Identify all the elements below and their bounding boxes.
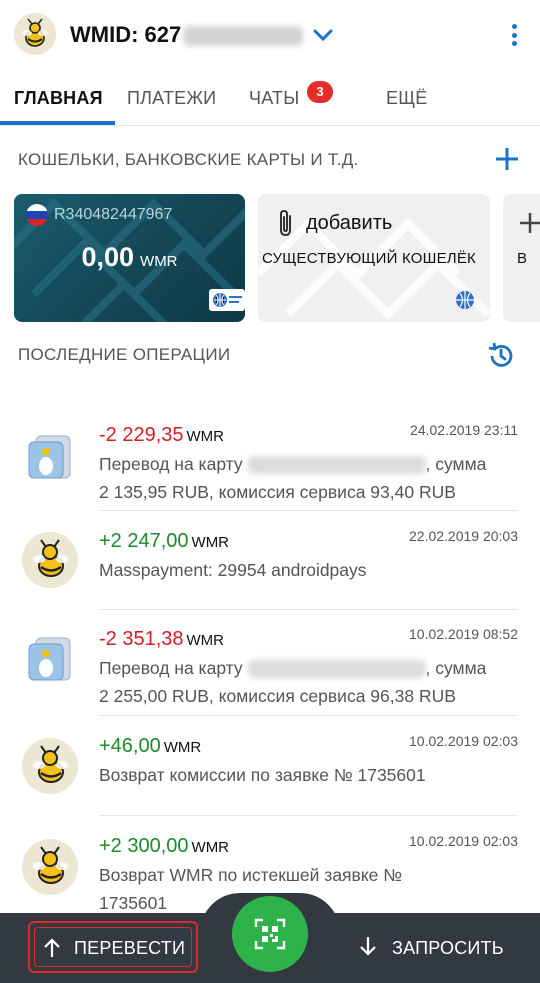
add-card-title: добавить (306, 212, 393, 234)
partial-card-text: В (517, 250, 528, 267)
operation-date: 10.02.2019 08:52 (409, 626, 518, 642)
send-transfer-button[interactable]: ПЕРЕВЕСТИ (28, 921, 198, 973)
operation-date: 10.02.2019 02:03 (409, 833, 518, 849)
operation-description: Возврат комиссии по заявке № 1735601 (99, 765, 426, 785)
operation-description: Masspayment: 29954 androidpays (99, 560, 367, 580)
main-tabs: ГЛАВНАЯ ПЛАТЕЖИ ЧАТЫ 3 ЕЩЁ (0, 72, 540, 126)
operation-row[interactable]: -2 351,38 WMR 10.02.2019 08:52 Перевод на… (0, 626, 540, 716)
add-wallet-icon[interactable] (494, 146, 520, 172)
user-avatar[interactable] (14, 13, 56, 55)
partial-wallet-card[interactable]: В (503, 194, 540, 322)
operation-row[interactable]: -2 229,35 WMR 24.02.2019 23:11 Перевод на… (0, 420, 540, 510)
operation-date: 22.02.2019 20:03 (409, 528, 518, 544)
send-button-label: ПЕРЕВЕСТИ (74, 938, 186, 958)
wallets-section-title: КОШЕЛЬКИ, БАНКОВСКИЕ КАРТЫ И Т.Д. (18, 150, 359, 169)
divider (99, 815, 518, 816)
divider (99, 609, 518, 610)
operation-amount: -2 229,35 WMR (99, 424, 225, 446)
tab-chats[interactable]: ЧАТЫ (249, 88, 299, 109)
webmoney-bee-avatar-icon (22, 839, 78, 895)
divider (99, 715, 518, 716)
operation-row[interactable]: +2 247,00 WMR 22.02.2019 20:03 Masspaymen… (0, 526, 540, 608)
wmr-purse-card[interactable]: R340482447967 0,00 WMR (14, 194, 245, 322)
purse-currency: WMR (140, 253, 178, 270)
request-payment-button[interactable]: ЗАПРОСИТЬ (350, 921, 530, 973)
wmid-text: WMID: 627 (70, 22, 182, 47)
webmoney-bee-avatar-icon (22, 532, 78, 588)
paperclip-icon (280, 209, 291, 237)
operation-amount: +2 300,00 WMR (99, 835, 230, 857)
card-transfer-icon (28, 435, 71, 479)
history-icon[interactable] (486, 341, 516, 371)
operation-amount: -2 351,38 WMR (99, 628, 225, 650)
operation-date: 10.02.2019 02:03 (409, 733, 518, 749)
operation-description: Перевод на карту , сумма 2 255,00 RUB, к… (99, 658, 487, 706)
divider (99, 510, 518, 511)
tab-payments[interactable]: ПЛАТЕЖИ (127, 88, 216, 109)
wmid-hidden-digits (183, 26, 304, 47)
add-existing-purse-card[interactable]: добавить СУЩЕСТВУЮЩИЙ КОШЕЛЁК (258, 194, 490, 322)
operation-amount: +2 247,00 WMR (99, 530, 230, 552)
chats-unread-badge: 3 (307, 81, 333, 103)
active-tab-indicator (0, 121, 115, 125)
operation-amount: +46,00 WMR (99, 735, 202, 757)
chevron-down-icon[interactable] (312, 24, 334, 46)
qr-scan-button[interactable] (232, 896, 308, 972)
tab-more[interactable]: ЕЩЁ (386, 88, 428, 109)
arrow-down-icon (360, 937, 376, 956)
hidden-card-number (247, 456, 426, 475)
hidden-card-number (247, 660, 426, 679)
qr-code-icon (254, 918, 286, 950)
operation-date: 24.02.2019 23:11 (410, 422, 518, 438)
operations-section-title: ПОСЛЕДНИЕ ОПЕРАЦИИ (18, 345, 231, 364)
app-header: WMID: 627 (0, 0, 540, 72)
purse-amount: 0,00 (81, 242, 135, 272)
more-menu-icon[interactable] (506, 20, 522, 50)
webmoney-logo-icon (209, 289, 245, 311)
operation-description: Перевод на карту , сумма 2 135,95 RUB, к… (99, 454, 487, 502)
plus-icon (520, 213, 540, 233)
arrow-up-icon (44, 938, 60, 957)
russia-flag-icon (26, 204, 48, 226)
add-card-subtitle: СУЩЕСТВУЮЩИЙ КОШЕЛЁК (262, 250, 476, 267)
webmoney-bee-avatar-icon (22, 738, 78, 794)
tab-home[interactable]: ГЛАВНАЯ (14, 88, 103, 109)
purse-balance: 0,00 WMR (14, 242, 245, 273)
purse-number: R340482447967 (54, 206, 173, 223)
card-transfer-icon (28, 637, 71, 681)
request-button-label: ЗАПРОСИТЬ (392, 938, 504, 958)
wmid-label[interactable]: WMID: 627 (70, 22, 304, 48)
operation-row[interactable]: +46,00 WMR 10.02.2019 02:03 Возврат комис… (0, 733, 540, 815)
webmoney-globe-icon (456, 291, 474, 309)
